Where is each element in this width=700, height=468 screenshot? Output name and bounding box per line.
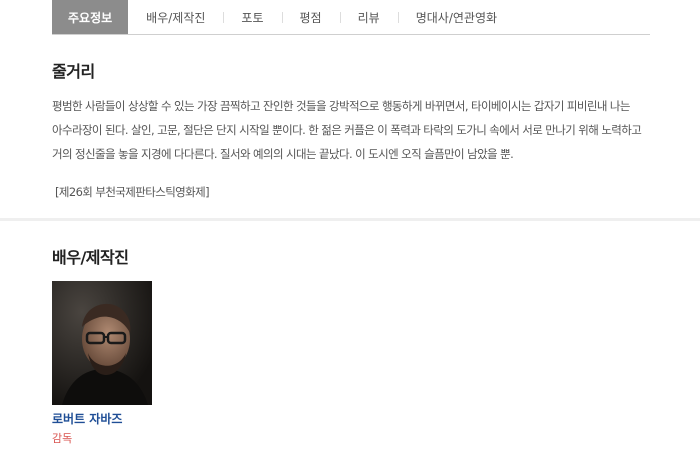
section-divider <box>0 218 700 221</box>
director-role: 감독 <box>52 432 73 445</box>
tab-label: 배우/제작진 <box>146 10 206 25</box>
cast-title: 배우/제작진 <box>52 248 129 267</box>
tab-ratings[interactable]: 평점 <box>281 0 340 34</box>
tab-label: 포토 <box>241 10 264 25</box>
synopsis-section: 줄거리 평범한 사람들이 상상할 수 있는 가장 끔찍하고 잔인한 것들을 강박… <box>52 58 652 200</box>
tab-label: 평점 <box>299 10 322 25</box>
tab-cast-crew[interactable]: 배우/제작진 <box>128 0 223 34</box>
synopsis-text: 평범한 사람들이 상상할 수 있는 가장 끔찍하고 잔인한 것들을 강박적으로 … <box>52 99 642 161</box>
tab-label: 주요정보 <box>68 10 113 25</box>
synopsis-title: 줄거리 <box>52 62 95 81</box>
director-name-link[interactable]: 로버트 자바즈 <box>52 410 122 427</box>
tab-reviews[interactable]: 리뷰 <box>339 0 398 34</box>
tab-main-info[interactable]: 주요정보 <box>52 0 129 34</box>
festival-label: [제26회 부천국제판타스틱영화제] <box>55 185 210 199</box>
tab-photos[interactable]: 포토 <box>223 0 281 34</box>
tab-bar: 주요정보 배우/제작진 포토 평점 리뷰 명대사/연관영화 <box>52 0 650 35</box>
cast-section: 배우/제작진 로버트 자바즈 감독 <box>52 244 652 445</box>
tab-label: 리뷰 <box>357 10 380 25</box>
director-photo[interactable] <box>52 281 152 405</box>
movie-detail-page: 주요정보 배우/제작진 포토 평점 리뷰 명대사/연관영화 줄거리 평범한 사람… <box>0 0 700 468</box>
tab-quotes-related[interactable]: 명대사/연관영화 <box>397 0 515 34</box>
person-portrait-image <box>52 281 152 405</box>
tab-label: 명대사/연관영화 <box>415 10 498 25</box>
